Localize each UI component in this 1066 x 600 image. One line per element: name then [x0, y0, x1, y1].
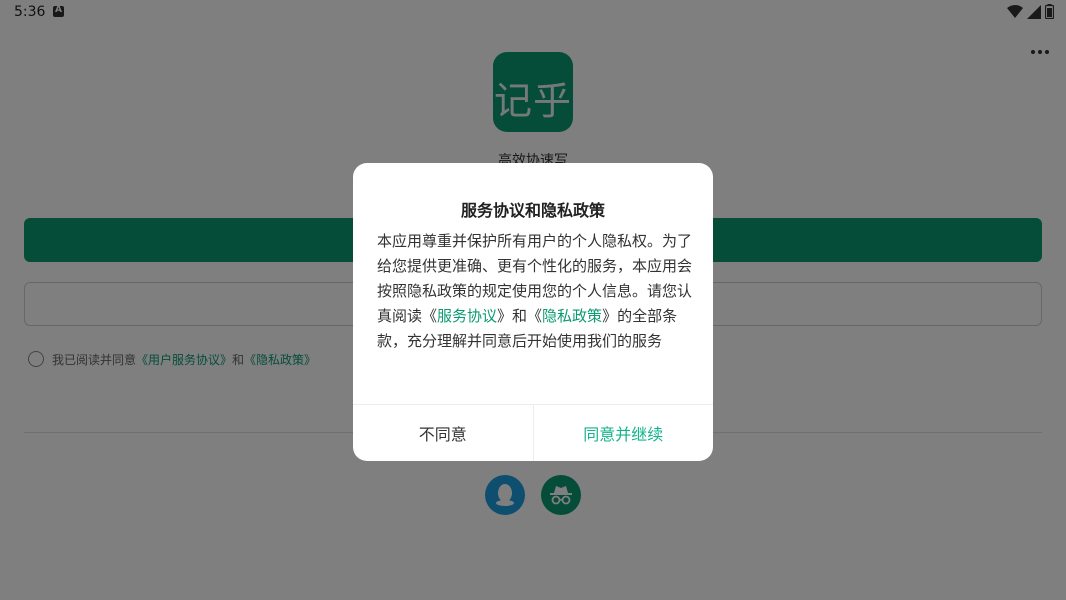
dialog-body: 本应用尊重并保护所有用户的个人隐私权。为了给您提供更准确、更有个性化的服务，本应… [377, 229, 693, 354]
privacy-dialog: 服务协议和隐私政策 本应用尊重并保护所有用户的个人隐私权。为了给您提供更准确、更… [353, 163, 713, 461]
agree-continue-button[interactable]: 同意并继续 [534, 405, 714, 461]
dialog-actions: 不同意 同意并继续 [353, 404, 713, 461]
service-agreement-link[interactable]: 服务协议 [437, 307, 497, 325]
disagree-button[interactable]: 不同意 [353, 405, 534, 461]
privacy-policy-dialog-link[interactable]: 隐私政策 [542, 307, 602, 325]
dialog-title: 服务协议和隐私政策 [460, 201, 605, 220]
dialog-body-text-2: 》和《 [497, 307, 543, 325]
